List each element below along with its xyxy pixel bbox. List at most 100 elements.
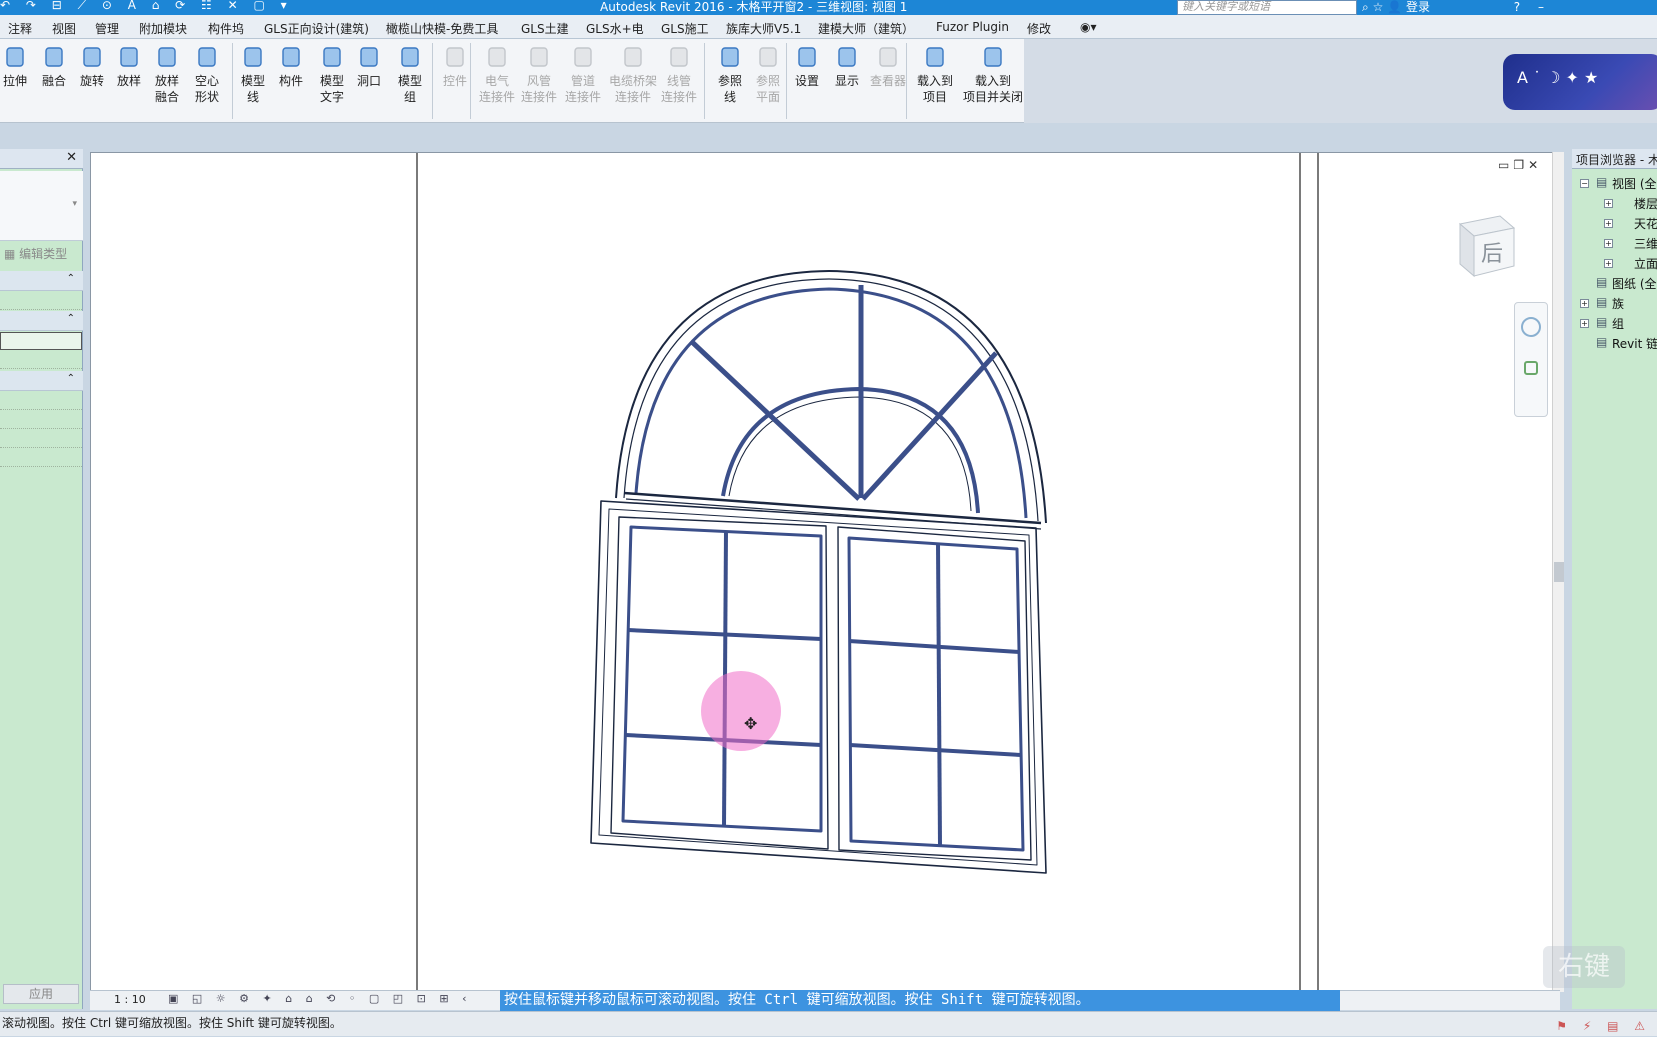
set-workplane-icon xyxy=(792,43,822,71)
close-view-icon[interactable]: ✕ xyxy=(1528,158,1542,172)
tree-node[interactable]: 天花板 xyxy=(1634,215,1657,232)
property-row[interactable] xyxy=(0,411,82,429)
restore-view-icon[interactable]: ❐ xyxy=(1513,158,1528,172)
ribbon-button-blend[interactable]: 融合 xyxy=(38,43,70,89)
property-row[interactable] xyxy=(0,392,82,410)
property-row[interactable] xyxy=(0,351,82,369)
tree-node[interactable]: Revit 链 xyxy=(1612,335,1657,352)
expand-icon[interactable]: + xyxy=(1580,319,1589,328)
project-browser: 项目浏览器 - 木 −▤视图 (全+▤楼层平+▤天花板+▤三维视+▤立面 (立▤… xyxy=(1572,149,1657,1009)
tab-5[interactable]: GLS正向设计(建筑) xyxy=(264,20,369,37)
lower-frame-outer xyxy=(590,500,1047,874)
help-icon[interactable]: ? xyxy=(1514,0,1520,14)
drawing-canvas[interactable] xyxy=(90,152,1560,993)
collapse-icon[interactable]: ⌃ xyxy=(67,313,75,324)
collapse-icon[interactable]: − xyxy=(1580,179,1589,188)
navigation-bar[interactable] xyxy=(1514,302,1548,417)
apply-button[interactable]: 应用 xyxy=(3,984,79,1004)
viewer-icon xyxy=(873,43,903,71)
tab-7[interactable]: GLS土建 xyxy=(521,20,569,37)
property-row[interactable] xyxy=(0,292,82,310)
status-icons[interactable]: ⚑ ⚡ ▤ ⚠ xyxy=(1556,1015,1651,1037)
tab-10[interactable]: 族库大师V5.1 xyxy=(726,20,801,37)
ribbon-button-void-form[interactable]: 空心 形状 xyxy=(190,43,224,105)
user-icon[interactable]: 👤 xyxy=(1387,0,1402,14)
tab-9[interactable]: GLS施工 xyxy=(661,20,709,37)
login-link[interactable]: 登录 xyxy=(1406,0,1430,14)
tree-node[interactable]: 三维视 xyxy=(1634,235,1657,252)
tree-node[interactable]: 族 xyxy=(1612,295,1624,312)
tab-3[interactable]: 附加模块 xyxy=(139,20,187,37)
tree-node[interactable]: 组 xyxy=(1612,315,1624,332)
tab-0[interactable]: 注释 xyxy=(8,20,32,37)
ribbon-button-load-into-project[interactable]: 载入到 项目 xyxy=(912,43,958,105)
chevron-down-icon[interactable]: ▾ xyxy=(72,199,77,209)
viewcube[interactable]: 后 xyxy=(1450,210,1522,280)
ribbon-button-revolve[interactable]: 旋转 xyxy=(76,43,108,89)
ribbon-button-viewer[interactable]: 查看器 xyxy=(868,43,908,89)
ribbon-button-set-workplane[interactable]: 设置 xyxy=(790,43,824,89)
scrollbar-thumb[interactable] xyxy=(1554,562,1564,582)
ribbon-button-swept-blend[interactable]: 放样 融合 xyxy=(150,43,184,105)
expand-icon[interactable]: + xyxy=(1604,259,1613,268)
extrude-icon xyxy=(0,43,30,71)
edit-type-button[interactable]: ▦ 编辑类型 xyxy=(4,245,67,262)
ribbon-button-electrical-connector[interactable]: 电气 连接件 xyxy=(478,43,516,105)
ribbon-button-reference-line[interactable]: 参照 线 xyxy=(712,43,748,105)
property-row[interactable] xyxy=(0,449,82,467)
tree-node[interactable]: 图纸 (全 xyxy=(1612,275,1657,292)
ribbon-button-model-text[interactable]: 模型 文字 xyxy=(316,43,348,105)
collapse-icon[interactable]: ⌃ xyxy=(67,373,75,384)
tab-6[interactable]: 橄榄山快模-免费工具 xyxy=(386,20,498,37)
ribbon-button-component[interactable]: 构件 xyxy=(276,43,306,89)
minimize-icon[interactable]: – xyxy=(1538,0,1544,14)
ribbon-button-cable-tray-connector[interactable]: 电缆桥架 连接件 xyxy=(606,43,660,105)
ribbon-button-load-into-project-close[interactable]: 载入到 项目并关闭 xyxy=(958,43,1028,105)
expand-icon[interactable]: + xyxy=(1580,299,1589,308)
property-row-selected[interactable] xyxy=(0,332,82,350)
type-selector[interactable]: ▾ xyxy=(0,171,83,241)
ribbon-button-reference-plane[interactable]: 参照 平面 xyxy=(750,43,786,105)
ribbon-button-sweep[interactable]: 放样 xyxy=(112,43,146,89)
ribbon-button-pipe-connector[interactable]: 管道 连接件 xyxy=(562,43,604,105)
expand-icon[interactable]: + xyxy=(1604,199,1613,208)
view-control-icons[interactable]: ▣ ◱ ☼ ⚙ ✦ ⌂ ⌂ ⟲ ◦ ▢ ◰ ⊡ ⊞ ‹ xyxy=(168,992,471,1005)
ribbon-button-opening[interactable]: 洞口 xyxy=(354,43,384,89)
tab-4[interactable]: 构件坞 xyxy=(208,20,244,37)
ribbon-button-conduit-connector[interactable]: 线管 连接件 xyxy=(660,43,698,105)
zoom-icon[interactable] xyxy=(1524,361,1538,375)
property-row[interactable] xyxy=(0,430,82,448)
ribbon-button-duct-connector[interactable]: 风管 连接件 xyxy=(520,43,558,105)
expand-icon[interactable]: + xyxy=(1604,239,1613,248)
tree-node[interactable]: 立面 (立 xyxy=(1634,255,1657,272)
expand-icon[interactable]: + xyxy=(1604,219,1613,228)
ribbon-button-extrude[interactable]: 拉伸 xyxy=(0,43,30,89)
ribbon-button-control[interactable]: 控件 xyxy=(440,43,470,89)
binoculars-icon[interactable]: ⌕ xyxy=(1362,0,1369,14)
property-group-2[interactable]: ⌃ xyxy=(0,311,83,331)
ribbon-button-show-workplane[interactable]: 显示 xyxy=(830,43,864,89)
view-scale[interactable]: 1 : 10 xyxy=(114,993,146,1006)
property-group-3[interactable]: ⌃ xyxy=(0,371,83,391)
tab-2[interactable]: 管理 xyxy=(95,20,119,37)
quick-access-toolbar[interactable]: ↶ ↷ ⊟ ⟋ ⊙ A ⌂ ⟳ ☷ ✕ ▢ ▾ xyxy=(0,0,293,13)
tab-12[interactable]: Fuzor Plugin xyxy=(936,20,1009,34)
ribbon-minimize-icon[interactable]: ◉▾ xyxy=(1080,20,1097,34)
ribbon-button-model-line[interactable]: 模型 线 xyxy=(238,43,268,105)
tab-11[interactable]: 建模大师（建筑） xyxy=(818,20,914,37)
steering-wheel-icon[interactable] xyxy=(1521,317,1541,337)
tab-1[interactable]: 视图 xyxy=(52,20,76,37)
minimize-view-icon[interactable]: ▭ xyxy=(1498,158,1513,172)
vertical-scrollbar[interactable] xyxy=(1552,152,1564,992)
tab-13[interactable]: 修改 xyxy=(1027,20,1051,37)
tree-node[interactable]: 视图 (全 xyxy=(1612,175,1657,192)
star-icon[interactable]: ☆ xyxy=(1373,0,1384,14)
close-icon[interactable]: ✕ xyxy=(66,150,77,165)
tab-8[interactable]: GLS水+电 xyxy=(586,20,644,37)
view-window-controls[interactable]: ▭❐✕ xyxy=(1498,158,1542,172)
tree-node[interactable]: 楼层平 xyxy=(1634,195,1657,212)
property-group-1[interactable]: ⌃ xyxy=(0,271,83,291)
ribbon-button-model-group[interactable]: 模型 组 xyxy=(392,43,428,105)
collapse-icon[interactable]: ⌃ xyxy=(67,273,75,284)
search-input[interactable]: 键入关键字或短语 xyxy=(1177,0,1357,15)
